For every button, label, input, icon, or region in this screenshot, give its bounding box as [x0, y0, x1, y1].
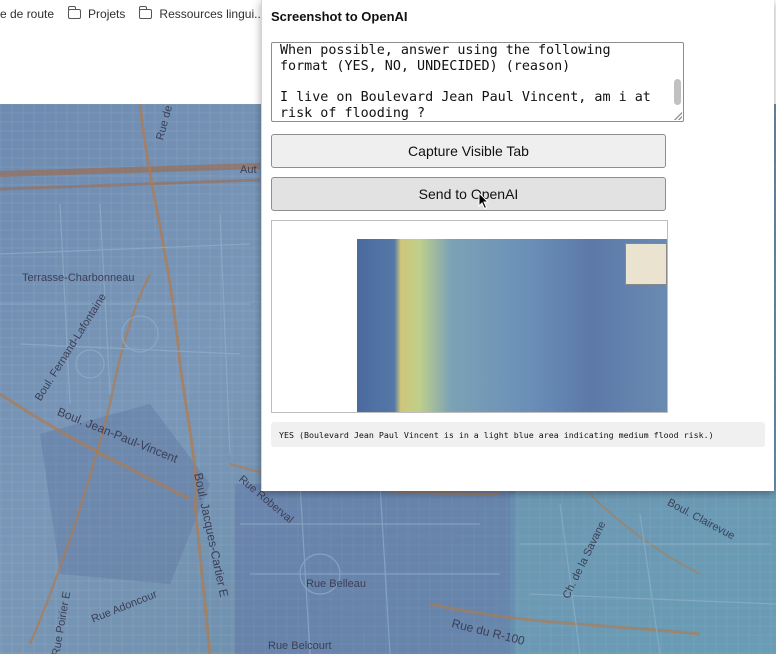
folder-icon: [67, 6, 82, 19]
map-label-belcourt: Rue Belcourt: [268, 640, 332, 652]
preview-header: [272, 221, 667, 240]
bookmark-label: Ressources lingui...: [159, 7, 265, 21]
preview-layers-panel: [272, 239, 358, 412]
preview-map: [357, 239, 667, 412]
bookmark-item-route[interactable]: e de route: [0, 7, 54, 21]
prompt-textarea[interactable]: When possible, answer using the followin…: [271, 42, 684, 122]
map-label-belleau: Rue Belleau: [306, 578, 366, 590]
capture-visible-tab-button[interactable]: Capture Visible Tab: [271, 134, 666, 168]
map-label-terrasse: Terrasse-Charbonneau: [22, 272, 135, 284]
mouse-cursor-icon: [478, 192, 490, 210]
bookmark-label: Projets: [88, 7, 126, 21]
popup-title: Screenshot to OpenAI: [271, 9, 408, 24]
bookmark-folder-projets[interactable]: Projets: [67, 6, 126, 21]
folder-icon: [139, 6, 153, 19]
map-label-aut: Aut: [240, 164, 257, 176]
textarea-scrollbar[interactable]: [674, 79, 681, 105]
preview-inset-map: [625, 243, 667, 285]
openai-response: YES (Boulevard Jean Paul Vincent is in a…: [271, 422, 765, 447]
screenshot-preview: [271, 220, 668, 413]
resize-handle-icon[interactable]: [674, 112, 682, 120]
prompt-text: When possible, answer using the followin…: [280, 43, 651, 121]
send-to-openai-button[interactable]: Send to OpenAI: [271, 177, 666, 211]
extension-popup: Screenshot to OpenAI When possible, answ…: [261, 0, 774, 491]
bookmark-folder-ressources[interactable]: Ressources lingui...: [139, 6, 265, 21]
bookmark-label: e de route: [0, 7, 55, 21]
